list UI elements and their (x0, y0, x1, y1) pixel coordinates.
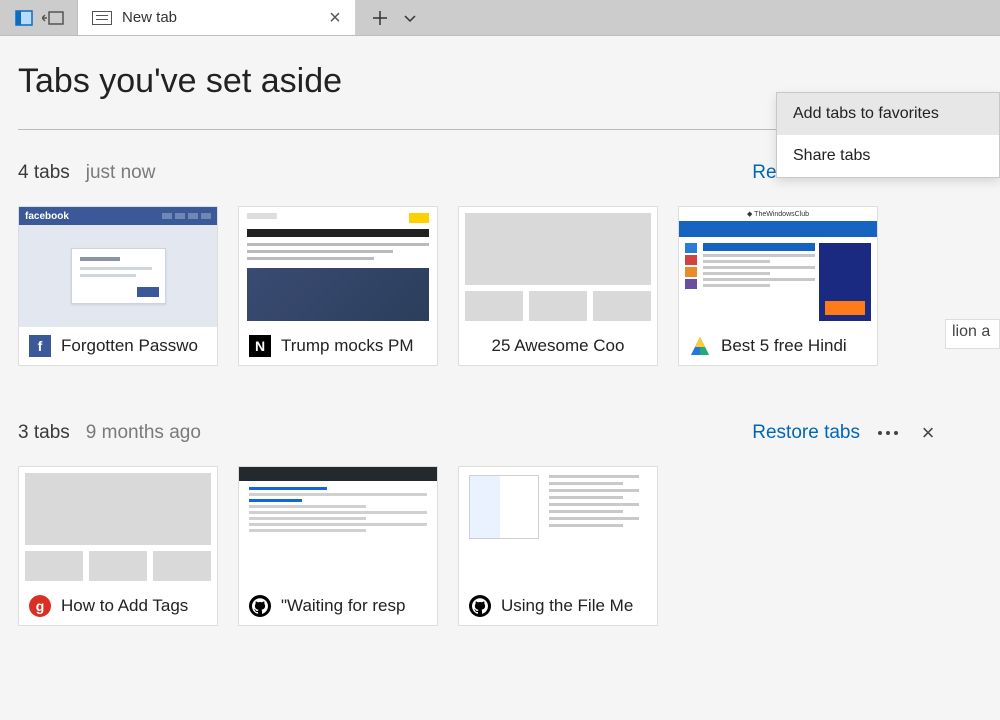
tab-card[interactable]: g How to Add Tags (18, 466, 218, 626)
tab-group-row: facebook f Forgotten Passwo N Trump mock… (18, 206, 1000, 366)
tab-card-title: Best 5 free Hindi (721, 336, 847, 356)
google-plus-icon: g (29, 595, 51, 617)
group-count: 3 tabs (18, 422, 70, 444)
tab-card-title: Using the File Me (501, 596, 633, 616)
facebook-icon: f (29, 335, 51, 357)
show-set-aside-icon[interactable] (39, 0, 68, 36)
context-menu: Add tabs to favorites Share tabs (776, 92, 1000, 178)
github-icon (249, 595, 271, 617)
tab-card-title: 25 Awesome Coo (492, 336, 625, 356)
current-tab[interactable]: New tab × (78, 0, 356, 35)
tabs-aside-panel: Tabs you've set aside 4 tabs just now Re… (0, 36, 1000, 720)
delete-group-button[interactable]: × (916, 421, 940, 445)
group-time: 9 months ago (86, 422, 201, 444)
ctx-add-favorites[interactable]: Add tabs to favorites (777, 93, 999, 135)
ctx-share-tabs[interactable]: Share tabs (777, 135, 999, 177)
tab-card[interactable]: 25 Awesome Coo (458, 206, 658, 366)
tab-thumbnail (459, 207, 657, 327)
set-aside-tabs-icon[interactable] (10, 0, 39, 36)
github-icon (469, 595, 491, 617)
tab-thumbnail (239, 467, 437, 587)
close-tab-button[interactable]: × (319, 0, 351, 36)
tab-card[interactable]: N Trump mocks PM (238, 206, 438, 366)
tab-card-title: How to Add Tags (61, 596, 188, 616)
tab-group-row: g How to Add Tags "Waiting for resp (18, 466, 1000, 626)
tab-title: New tab (122, 9, 177, 26)
tab-card[interactable]: ◆ TheWindowsClub Best 5 free Hindi (678, 206, 878, 366)
tab-thumbnail (239, 207, 437, 327)
tab-card[interactable]: "Waiting for resp (238, 466, 438, 626)
news-icon: N (249, 335, 271, 357)
tab-thumbnail (19, 467, 217, 587)
tab-thumbnail: facebook (19, 207, 217, 327)
tab-card-title: "Waiting for resp (281, 596, 405, 616)
tab-card[interactable]: facebook f Forgotten Passwo (18, 206, 218, 366)
tab-thumbnail: ◆ TheWindowsClub (679, 207, 877, 327)
more-options-button[interactable] (876, 421, 900, 445)
new-tab-button[interactable] (372, 10, 388, 26)
group-header: 3 tabs 9 months ago Restore tabs × (18, 418, 940, 448)
tab-thumbnail (459, 467, 657, 587)
clipped-side-content: lion a (945, 319, 1000, 349)
restore-link[interactable]: Restore tabs (752, 422, 860, 444)
page-favicon (92, 11, 112, 25)
tab-card-title: Forgotten Passwo (61, 336, 198, 356)
group-count: 4 tabs (18, 162, 70, 184)
group-time: just now (86, 162, 156, 184)
windowsclub-icon (689, 335, 711, 357)
tab-card[interactable]: Using the File Me (458, 466, 658, 626)
browser-tab-strip: New tab × (0, 0, 1000, 36)
tab-menu-chevron[interactable] (402, 10, 418, 26)
tab-card-title: Trump mocks PM (281, 336, 414, 356)
